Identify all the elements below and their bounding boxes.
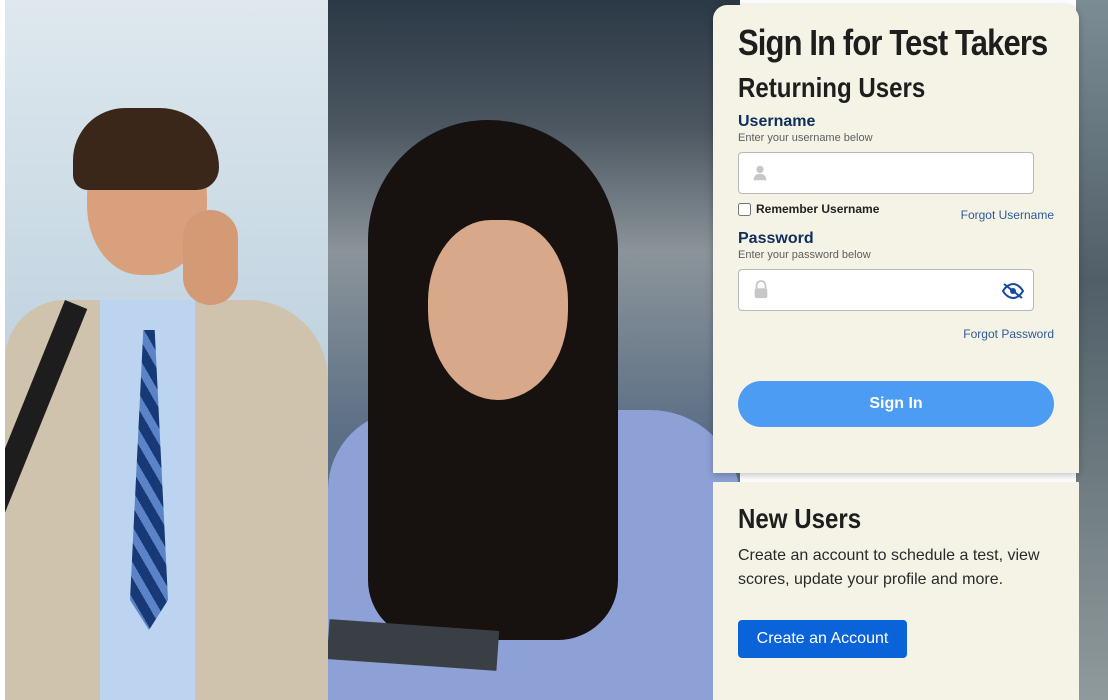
new-users-heading: New Users bbox=[738, 503, 862, 534]
signin-button[interactable]: Sign In bbox=[738, 381, 1054, 427]
returning-users-heading: Returning Users bbox=[738, 72, 926, 103]
lock-icon bbox=[754, 280, 768, 299]
create-account-button[interactable]: Create an Account bbox=[738, 620, 907, 658]
phone-hand bbox=[183, 210, 238, 305]
woman-face bbox=[428, 220, 568, 400]
eye-off-icon[interactable] bbox=[1001, 281, 1025, 301]
new-users-panel: New Users Create an account to schedule … bbox=[713, 482, 1079, 700]
man-hair bbox=[73, 108, 219, 190]
username-label: Username bbox=[738, 113, 816, 130]
password-field[interactable] bbox=[738, 269, 1034, 312]
username-field[interactable] bbox=[738, 152, 1034, 195]
signin-panel: Sign In for Test Takers Returning Users … bbox=[713, 5, 1079, 473]
signin-title: Sign In for Test Takers bbox=[738, 22, 1048, 63]
forgot-username-link[interactable]: Forgot Username bbox=[961, 208, 1054, 222]
password-label: Password bbox=[738, 230, 814, 247]
remember-username-label: Remember Username bbox=[756, 202, 880, 216]
password-input[interactable] bbox=[779, 270, 1003, 312]
new-users-description: Create an account to schedule a test, vi… bbox=[738, 547, 1040, 588]
user-icon bbox=[753, 165, 767, 181]
hero-photo-woman bbox=[328, 0, 740, 700]
forgot-password-link[interactable]: Forgot Password bbox=[963, 327, 1054, 341]
hero-photo-edge bbox=[1076, 0, 1108, 700]
password-hint: Enter your password below bbox=[738, 249, 871, 261]
remember-username-checkbox[interactable]: Remember Username bbox=[738, 202, 879, 216]
username-input[interactable] bbox=[779, 153, 1003, 195]
remember-username-check[interactable] bbox=[738, 202, 751, 216]
username-hint: Enter your username below bbox=[738, 132, 873, 144]
hero-photo-man bbox=[5, 0, 328, 700]
